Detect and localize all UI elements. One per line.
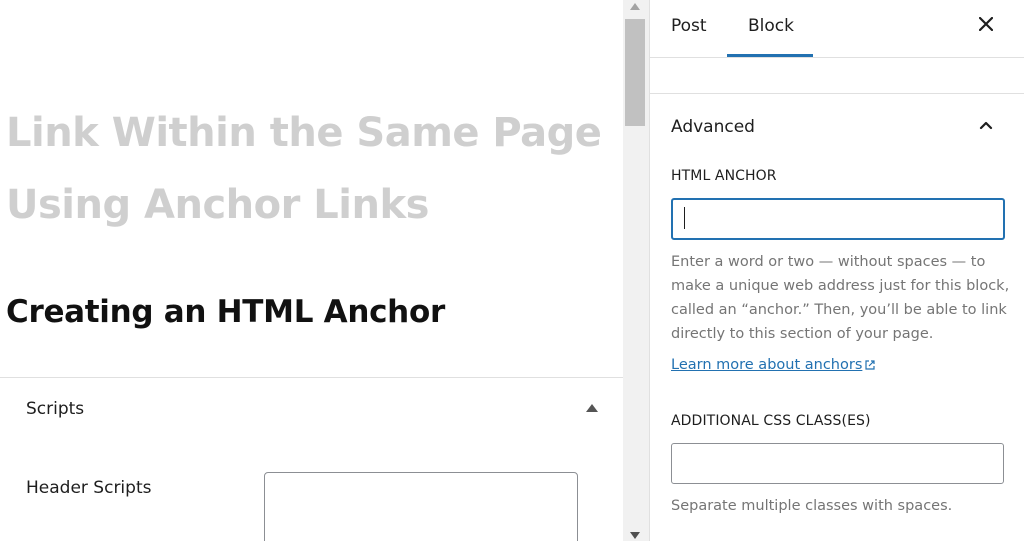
header-scripts-textarea[interactable] (264, 472, 578, 541)
collapse-arrow-icon[interactable] (586, 404, 598, 412)
html-anchor-help: Enter a word or two — without spaces — t… (671, 254, 1010, 342)
settings-sidebar: Post Block Advanced HTML ANCHOR Enter a … (649, 0, 1024, 541)
heading-block[interactable]: Creating an HTML Anchor (6, 290, 445, 334)
advanced-panel-toggle[interactable]: Advanced (671, 117, 755, 137)
header-scripts-label: Header Scripts (26, 478, 152, 498)
close-x-glyph (978, 16, 994, 32)
learn-more-label: Learn more about anchors (671, 357, 863, 373)
editor-scrollbar[interactable] (623, 0, 649, 541)
html-anchor-input[interactable] (671, 198, 1005, 240)
tab-block[interactable]: Block (748, 16, 794, 36)
css-class-help: Separate multiple classes with spaces. (671, 498, 953, 514)
css-class-label: ADDITIONAL CSS CLASS(ES) (671, 413, 871, 429)
close-icon[interactable] (973, 12, 999, 38)
text-cursor (684, 207, 685, 229)
html-anchor-label: HTML ANCHOR (671, 168, 777, 184)
scripts-metabox: Scripts Header Scripts (0, 377, 623, 541)
external-link-icon (865, 360, 875, 370)
tab-post[interactable]: Post (671, 16, 707, 36)
divider (650, 93, 1024, 94)
scrollbar-thumb[interactable] (625, 19, 645, 126)
css-class-input[interactable] (671, 443, 1004, 484)
divider (650, 57, 1024, 58)
scroll-down-arrow-icon[interactable] (630, 532, 640, 539)
sidebar-tabs: Post Block (650, 0, 1024, 57)
scroll-up-arrow-icon[interactable] (630, 3, 640, 10)
metabox-title: Scripts (26, 399, 85, 419)
learn-more-anchors-link[interactable]: Learn more about anchors (671, 357, 876, 373)
post-title[interactable]: Link Within the Same Page Using Anchor L… (6, 97, 621, 241)
chevron-up-icon[interactable] (975, 115, 997, 137)
editor-canvas: Link Within the Same Page Using Anchor L… (0, 0, 623, 541)
